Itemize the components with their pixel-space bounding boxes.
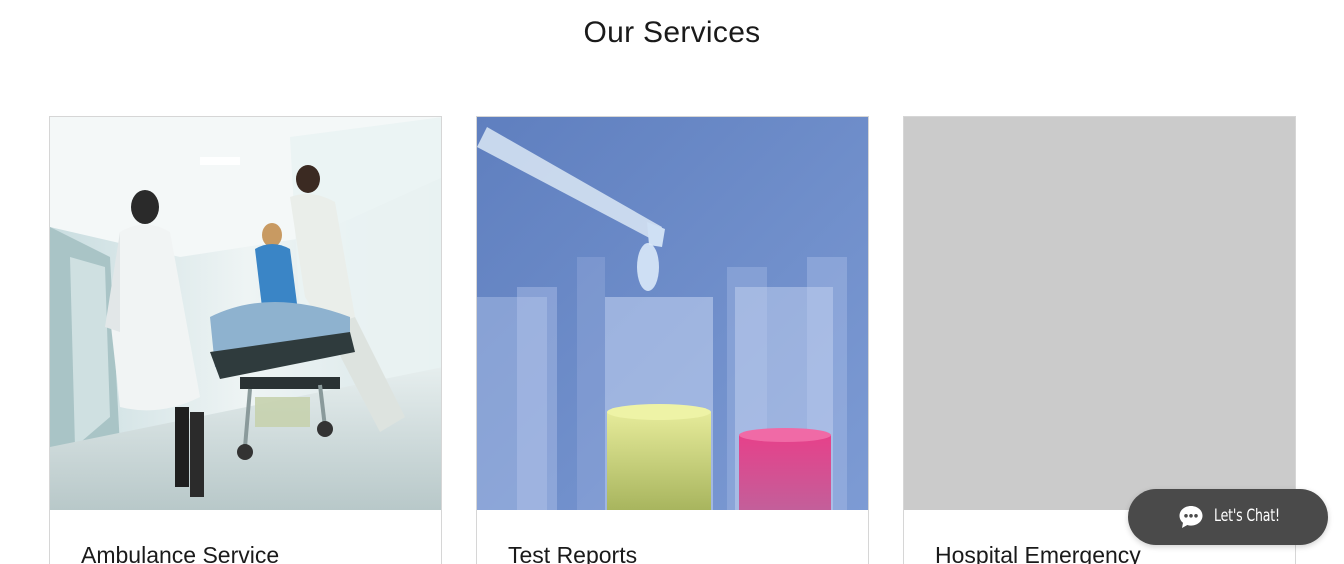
section-title: Our Services — [583, 16, 761, 49]
service-card-test-reports[interactable]: Test Reports — [476, 116, 869, 564]
chat-button[interactable]: Let's Chat! — [1128, 489, 1328, 545]
service-image-placeholder[interactable] — [904, 117, 1295, 510]
service-title[interactable]: Test Reports — [508, 542, 637, 564]
service-image-ambulance[interactable] — [50, 117, 441, 510]
chat-bubble-icon — [1178, 504, 1204, 530]
chat-label: Let's Chat! — [1214, 506, 1280, 526]
service-card-ambulance[interactable]: Ambulance Service — [49, 116, 442, 564]
service-title[interactable]: Hospital Emergency — [935, 542, 1141, 564]
service-title[interactable]: Ambulance Service — [81, 542, 279, 564]
service-image-test-reports[interactable] — [477, 117, 868, 510]
